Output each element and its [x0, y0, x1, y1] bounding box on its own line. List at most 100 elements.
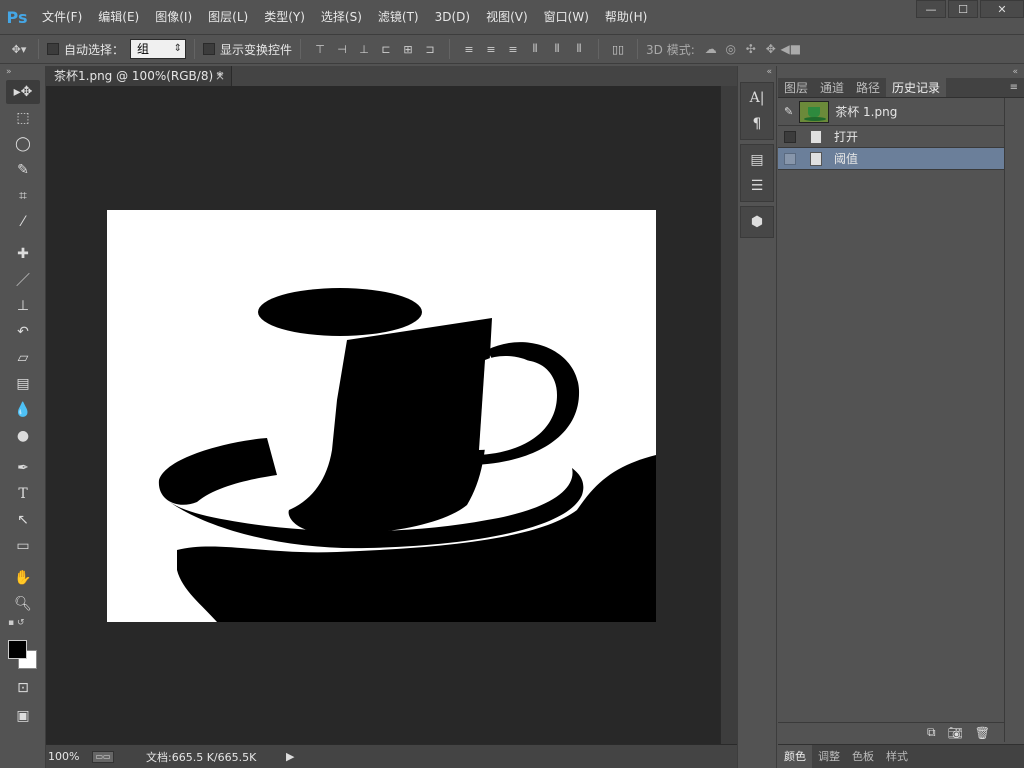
maximize-button[interactable]: ☐ [948, 0, 978, 18]
document-tab[interactable]: 茶杯1.png @ 100%(RGB/8) * × [46, 66, 232, 86]
menu-image[interactable]: 图像(I) [147, 0, 200, 34]
new-document-from-state-icon[interactable]: ⧉ [927, 725, 936, 740]
color-swatches[interactable] [8, 640, 38, 670]
auto-select-dropdown[interactable]: 组 [130, 39, 187, 59]
menu-help[interactable]: 帮助(H) [597, 0, 655, 34]
clone-stamp-tool-icon[interactable]: ⊥ [6, 294, 40, 318]
panel-scrollbar[interactable] [1004, 98, 1024, 742]
document-image[interactable] [107, 210, 656, 622]
distribute-hcenter-icon[interactable]: ⦀ [548, 40, 566, 58]
panel-grip[interactable]: « [778, 66, 1024, 78]
show-transform-checkbox[interactable] [203, 43, 216, 55]
menu-select[interactable]: 选择(S) [313, 0, 370, 34]
auto-select-checkbox[interactable] [47, 43, 59, 55]
zoom-tool-icon[interactable]: 🔍︎ [6, 592, 40, 616]
dodge-tool-icon[interactable]: ● [6, 424, 40, 448]
move-tool-icon[interactable]: ▸✥ [6, 80, 40, 104]
close-tab-icon[interactable]: × [215, 66, 225, 86]
align-bottom-icon[interactable]: ⊥ [355, 40, 373, 58]
menu-window[interactable]: 窗口(W) [536, 0, 597, 34]
character-panel-icon[interactable]: A| [741, 85, 773, 111]
panel-grip[interactable]: « [738, 66, 776, 78]
distribute-vcenter-icon[interactable]: ≡ [482, 40, 500, 58]
menu-filter[interactable]: 滤镜(T) [370, 0, 427, 34]
history-brush-source-icon[interactable]: ✎ [784, 105, 793, 118]
history-brush-checkbox[interactable] [784, 152, 796, 165]
screen-mode-icon[interactable]: ▣ [6, 704, 40, 728]
align-hcenter-icon[interactable]: ⊞ [399, 40, 417, 58]
crop-tool-icon[interactable]: ⌗ [6, 184, 40, 208]
3d-panel-icon[interactable]: ⬢ [741, 209, 773, 235]
hand-tool-icon[interactable]: ✋ [6, 566, 40, 590]
tab-color[interactable]: 颜色 [778, 745, 812, 768]
gradient-tool-icon[interactable]: ▤ [6, 372, 40, 396]
auto-align-icon[interactable]: ▯▯ [609, 40, 627, 58]
delete-state-icon[interactable]: 🗑︎ [975, 726, 990, 740]
paragraph-panel-icon[interactable]: ¶ [741, 111, 773, 137]
swap-colors-icon[interactable]: ▪ ↺ [0, 618, 45, 628]
move-tool-preset-icon[interactable]: ✥▾ [10, 40, 28, 58]
minimize-button[interactable]: — [916, 0, 946, 18]
blur-tool-icon[interactable]: 💧 [6, 398, 40, 422]
tab-layers[interactable]: 图层 [778, 78, 814, 97]
tab-styles[interactable]: 样式 [880, 745, 914, 768]
distribute-left-icon[interactable]: ⦀ [526, 40, 544, 58]
pen-tool-icon[interactable]: ✒ [6, 456, 40, 480]
snapshot-name: 茶杯 1.png [835, 105, 898, 119]
menu-layer[interactable]: 图层(L) [200, 0, 256, 34]
lasso-tool-icon[interactable]: ◯ [6, 132, 40, 156]
tab-channels[interactable]: 通道 [814, 78, 850, 97]
3d-scale-icon[interactable]: ◀■ [780, 40, 801, 58]
quick-select-tool-icon[interactable]: ✎ [6, 158, 40, 182]
rectangle-tool-icon[interactable]: ▭ [6, 534, 40, 558]
collapsed-panels: « A| ¶ ▤ ☰ ⬢ [737, 66, 777, 768]
menu-3d[interactable]: 3D(D) [427, 0, 478, 34]
properties-panel-icon[interactable]: ▤ [741, 147, 773, 173]
tab-swatches[interactable]: 色板 [846, 745, 880, 768]
path-select-tool-icon[interactable]: ↖ [6, 508, 40, 532]
history-snapshot[interactable]: ✎ 茶杯 1.png [778, 98, 1024, 126]
align-top-icon[interactable]: ⊤ [311, 40, 329, 58]
status-info-icon[interactable]: ▭▭ [92, 750, 114, 763]
panel-menu-icon[interactable]: ≡ [1010, 78, 1018, 98]
quick-mask-icon[interactable]: ⊡ [6, 676, 40, 700]
3d-drag-icon[interactable]: ✣ [741, 40, 761, 58]
tab-adjustments[interactable]: 调整 [812, 745, 846, 768]
menu-type[interactable]: 类型(Y) [256, 0, 313, 34]
eraser-tool-icon[interactable]: ▱ [6, 346, 40, 370]
history-brush-tool-icon[interactable]: ↶ [6, 320, 40, 344]
tab-paths[interactable]: 路径 [850, 78, 886, 97]
distribute-right-icon[interactable]: ⦀ [570, 40, 588, 58]
close-button[interactable]: ✕ [980, 0, 1024, 18]
menu-file[interactable]: 文件(F) [34, 0, 90, 34]
eyedropper-tool-icon[interactable]: ⁄ [6, 210, 40, 234]
notes-panel-icon[interactable]: ☰ [741, 173, 773, 199]
menu-edit[interactable]: 编辑(E) [90, 0, 147, 34]
zoom-level[interactable]: 100% [46, 750, 92, 763]
vertical-scrollbar[interactable] [720, 86, 737, 744]
align-left-icon[interactable]: ⊏ [377, 40, 395, 58]
document-state-icon [810, 129, 822, 144]
healing-brush-tool-icon[interactable]: ✚ [6, 242, 40, 266]
new-snapshot-icon[interactable]: 📷︎ [948, 726, 963, 740]
panel-grip[interactable]: » [0, 66, 45, 78]
align-vcenter-icon[interactable]: ⊣ [333, 40, 351, 58]
distribute-bottom-icon[interactable]: ≡ [504, 40, 522, 58]
separator [637, 39, 639, 59]
tab-history[interactable]: 历史记录 [886, 78, 947, 97]
auto-select-label: 自动选择： [64, 42, 125, 57]
type-tool-icon[interactable]: T [6, 482, 40, 506]
history-state-open[interactable]: 打开 [778, 126, 1024, 148]
3d-slide-icon[interactable]: ✥ [761, 40, 781, 58]
distribute-top-icon[interactable]: ≡ [460, 40, 478, 58]
align-right-icon[interactable]: ⊐ [421, 40, 439, 58]
brush-tool-icon[interactable]: ／ [6, 268, 40, 292]
3d-roll-icon[interactable]: ◎ [721, 40, 741, 58]
status-menu-arrow-icon[interactable]: ▶ [286, 750, 294, 763]
foreground-color[interactable] [8, 640, 27, 659]
3d-rotate-icon[interactable]: ☁ [701, 40, 721, 58]
history-state-threshold[interactable]: 阈值 [778, 148, 1024, 170]
marquee-tool-icon[interactable]: ⬚ [6, 106, 40, 130]
menu-view[interactable]: 视图(V) [478, 0, 536, 34]
history-brush-checkbox[interactable] [784, 130, 796, 143]
